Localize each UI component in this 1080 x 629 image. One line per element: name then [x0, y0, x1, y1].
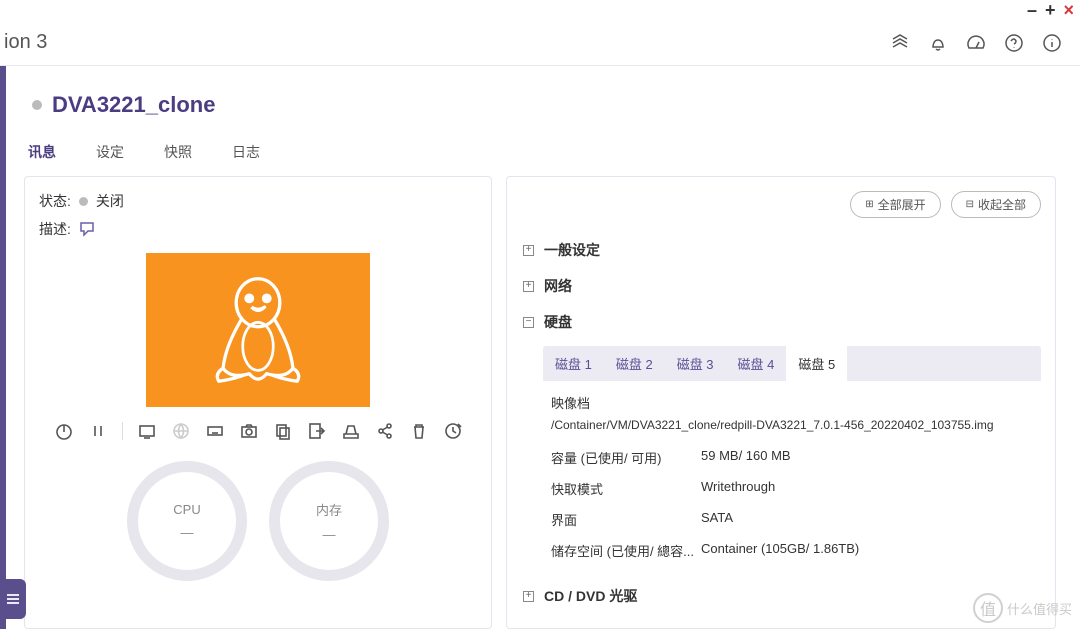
sidebar-edge — [0, 66, 6, 629]
section-network[interactable]: + 网络 — [521, 268, 1041, 304]
section-network-label: 网络 — [544, 276, 572, 296]
power-button[interactable] — [54, 421, 74, 441]
header-bar: ion 3 — [0, 20, 1080, 66]
action-toolbar — [39, 421, 477, 441]
cpu-gauge-label: CPU — [173, 502, 200, 517]
share-button[interactable] — [375, 421, 395, 441]
section-cddvd-label: CD / DVD 光驱 — [544, 586, 637, 606]
vm-title-row: DVA3221_clone — [32, 92, 1056, 118]
disk-tab-1[interactable]: 磁盘 1 — [543, 346, 604, 381]
status-indicator-icon — [79, 197, 88, 206]
expand-all-button[interactable]: ⊞全部展开 — [850, 191, 940, 218]
disk-button[interactable] — [341, 421, 361, 441]
image-label: 映像档 — [551, 393, 1033, 412]
collapse-all-button[interactable]: ⊟收起全部 — [951, 191, 1041, 218]
gauges: CPU — 内存 — — [39, 461, 477, 581]
help-icon[interactable] — [1004, 33, 1024, 53]
window-controls: – + × — [0, 0, 1080, 20]
disk-tabs: 磁盘 1 磁盘 2 磁盘 3 磁盘 4 磁盘 5 — [543, 346, 1041, 381]
stack-icon[interactable] — [890, 33, 910, 53]
section-disk[interactable]: − 硬盘 — [521, 304, 1041, 340]
keyboard-button[interactable] — [205, 421, 225, 441]
app-title: ion 3 — [0, 31, 47, 54]
section-general[interactable]: + 一般设定 — [521, 232, 1041, 268]
expand-controls: ⊞全部展开 ⊟收起全部 — [521, 191, 1041, 218]
tab-settings[interactable]: 设定 — [96, 134, 124, 170]
collapse-all-label: 收起全部 — [978, 196, 1026, 213]
disk-tab-5[interactable]: 磁盘 5 — [786, 346, 847, 381]
cpu-gauge-value: — — [181, 525, 194, 540]
expand-icon: + — [523, 245, 534, 256]
interface-label: 界面 — [551, 510, 701, 529]
minimize-button[interactable]: – — [1027, 1, 1037, 19]
comment-icon[interactable] — [79, 221, 95, 237]
interface-value: SATA — [701, 510, 1033, 529]
section-cddvd[interactable]: + CD / DVD 光驱 — [521, 578, 1041, 614]
close-button[interactable]: × — [1063, 1, 1074, 19]
section-disk-label: 硬盘 — [544, 312, 572, 332]
disk-tab-3[interactable]: 磁盘 3 — [665, 346, 726, 381]
status-row: 状态: 关闭 — [39, 191, 477, 211]
cache-value: Writethrough — [701, 479, 1033, 498]
sidebar-toggle[interactable] — [0, 579, 26, 619]
memory-gauge: 内存 — — [269, 461, 389, 581]
disk-tab-4[interactable]: 磁盘 4 — [726, 346, 787, 381]
expand-icon: + — [523, 591, 534, 602]
cache-label: 快取模式 — [551, 479, 701, 498]
web-button[interactable] — [171, 421, 191, 441]
cpu-gauge: CPU — — [127, 461, 247, 581]
overview-panel: 状态: 关闭 描述: — [24, 176, 492, 629]
header-icons — [890, 33, 1062, 53]
disk-details: 映像档 /Container/VM/DVA3221_clone/redpill-… — [543, 381, 1041, 570]
status-value: 关闭 — [96, 191, 124, 211]
export-button[interactable] — [307, 421, 327, 441]
delete-button[interactable] — [409, 421, 429, 441]
snapshot-button[interactable] — [239, 421, 259, 441]
storage-label: 储存空间 (已使用/ 總容... — [551, 541, 701, 560]
description-label: 描述: — [39, 219, 71, 239]
schedule-button[interactable] — [443, 421, 463, 441]
capacity-value: 59 MB/ 160 MB — [701, 448, 1033, 467]
section-general-label: 一般设定 — [544, 240, 600, 260]
tab-info[interactable]: 讯息 — [28, 134, 56, 170]
expand-icon: + — [523, 281, 534, 292]
bell-icon[interactable] — [928, 33, 948, 53]
dashboard-icon[interactable] — [966, 33, 986, 53]
status-label: 状态: — [39, 191, 71, 211]
memory-gauge-label: 内存 — [316, 500, 342, 519]
tab-log[interactable]: 日志 — [232, 134, 260, 170]
tux-icon — [203, 270, 313, 390]
console-button[interactable] — [137, 421, 157, 441]
divider — [122, 422, 123, 440]
vm-thumbnail[interactable] — [146, 253, 370, 407]
image-path: /Container/VM/DVA3221_clone/redpill-DVA3… — [551, 418, 1033, 432]
vm-name: DVA3221_clone — [52, 92, 215, 118]
description-row: 描述: — [39, 219, 477, 239]
details-panel: ⊞全部展开 ⊟收起全部 + 一般设定 + 网络 − 硬盘 磁盘 1 磁盘 2 磁… — [506, 176, 1056, 629]
info-icon[interactable] — [1042, 33, 1062, 53]
status-dot-icon — [32, 100, 42, 110]
main-tabs: 讯息 设定 快照 日志 — [24, 134, 1056, 170]
disk-tab-2[interactable]: 磁盘 2 — [604, 346, 665, 381]
tab-snapshot[interactable]: 快照 — [164, 134, 192, 170]
pause-button[interactable] — [88, 421, 108, 441]
expand-all-label: 全部展开 — [878, 196, 926, 213]
maximize-button[interactable]: + — [1045, 1, 1056, 19]
collapse-icon: − — [523, 317, 534, 328]
clone-button[interactable] — [273, 421, 293, 441]
memory-gauge-value: — — [323, 527, 336, 542]
storage-value: Container (105GB/ 1.86TB) — [701, 541, 1033, 560]
capacity-label: 容量 (已使用/ 可用) — [551, 448, 701, 467]
